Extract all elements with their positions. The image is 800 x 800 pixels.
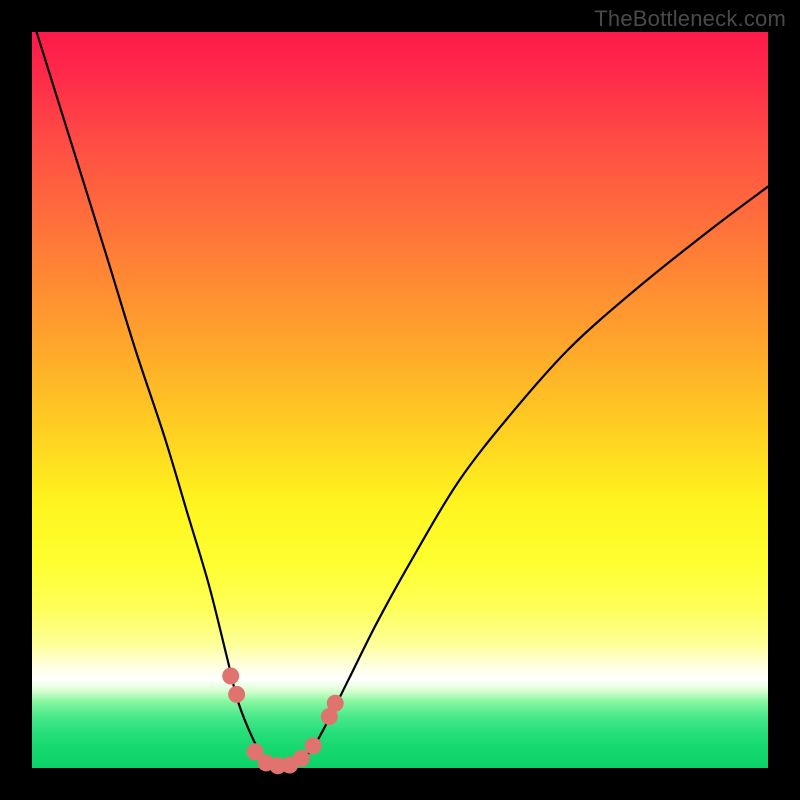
curve-marker	[228, 686, 245, 703]
plot-area	[32, 32, 768, 768]
curve-marker	[222, 668, 239, 685]
watermark-text: TheBottleneck.com	[594, 6, 786, 32]
bottleneck-curve	[32, 17, 768, 768]
curve-marker	[293, 750, 310, 767]
chart-frame: TheBottleneck.com	[0, 0, 800, 800]
marker-group	[222, 668, 344, 775]
curve-svg	[32, 32, 768, 768]
curve-marker	[305, 737, 322, 754]
curve-marker	[327, 695, 344, 712]
